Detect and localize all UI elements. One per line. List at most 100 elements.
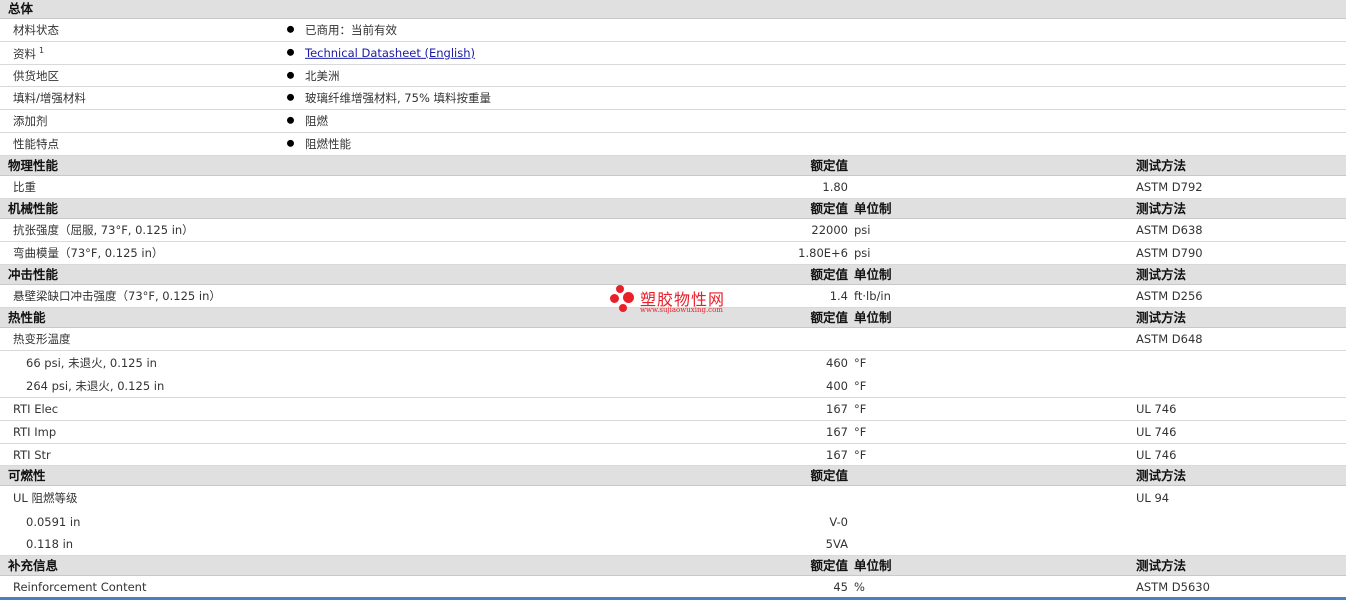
logo-dot-icon — [616, 285, 624, 293]
technical-datasheet-link[interactable]: Technical Datasheet (English) — [305, 46, 475, 60]
column-header-test: 测试方法 — [1136, 467, 1187, 483]
watermark-url: www.sujiaowuxing.com — [640, 306, 723, 314]
bullet-icon — [287, 139, 294, 147]
logo-dot-icon — [610, 294, 619, 303]
property-row: 0.118 in 5VA — [0, 533, 1346, 556]
property-test-method: UL 746 — [1136, 424, 1177, 439]
column-header-nominal: 额定值 — [810, 157, 848, 173]
general-row: 填料/增强材料 玻璃纤维增强材料, 75% 填料按重量 — [0, 87, 1346, 110]
property-value: 1.80 — [822, 179, 848, 194]
property-label: RTI Str — [13, 447, 51, 462]
property-unit: °F — [854, 447, 867, 462]
property-label: 热变形温度 — [13, 331, 71, 346]
property-value: 玻璃纤维增强材料, 75% 填料按重量 — [305, 90, 492, 105]
column-header-unit: 单位制 — [854, 557, 892, 573]
column-header-unit: 单位制 — [854, 266, 892, 282]
property-row: 弯曲模量（73°F, 0.125 in） 1.80E+6 psi ASTM D7… — [0, 242, 1346, 265]
column-header-nominal: 额定值 — [810, 266, 848, 282]
property-value: 167 — [826, 424, 848, 439]
property-label: 性能特点 — [13, 136, 59, 151]
bullet-icon — [287, 116, 294, 124]
general-row: 添加剂 阻燃 — [0, 110, 1346, 133]
column-header-nominal: 额定值 — [810, 309, 848, 325]
bullet-icon — [287, 93, 294, 101]
property-value: 45 — [833, 579, 848, 594]
section-title: 总体 — [8, 0, 34, 16]
property-row: RTI Elec 167 °F UL 746 — [0, 398, 1346, 421]
property-label: 0.118 in — [26, 536, 74, 551]
property-label: 添加剂 — [13, 113, 48, 128]
bullet-icon — [287, 71, 294, 79]
property-value: 1.80E+6 — [798, 245, 848, 260]
column-header-test: 测试方法 — [1136, 309, 1187, 325]
property-value: 阻燃性能 — [305, 136, 351, 151]
general-row: 材料状态 已商用：当前有效 — [0, 19, 1346, 42]
column-header-test: 测试方法 — [1136, 157, 1187, 173]
property-row: Reinforcement Content 45 % ASTM D5630 — [0, 576, 1346, 597]
property-label: Reinforcement Content — [13, 579, 147, 594]
property-unit: °F — [854, 401, 867, 416]
property-test-method: ASTM D790 — [1136, 245, 1203, 260]
property-value: 5VA — [825, 536, 848, 551]
property-row: 66 psi, 未退火, 0.125 in 460 °F — [0, 351, 1346, 374]
property-test-method: ASTM D792 — [1136, 179, 1203, 194]
general-row: 性能特点 阻燃性能 — [0, 133, 1346, 156]
property-label: 264 psi, 未退火, 0.125 in — [26, 378, 165, 393]
property-unit: °F — [854, 355, 867, 370]
property-unit: % — [854, 579, 865, 594]
property-label: 供货地区 — [13, 68, 59, 83]
property-unit: °F — [854, 424, 867, 439]
property-label: RTI Imp — [13, 424, 57, 439]
section-title: 热性能 — [8, 309, 46, 325]
footnote-marker: 1 — [39, 46, 45, 56]
logo-dot-icon — [619, 304, 627, 312]
column-header-nominal: 额定值 — [810, 467, 848, 483]
property-label: 资料 — [13, 46, 36, 61]
property-label: 抗张强度（屈服, 73°F, 0.125 in） — [13, 222, 194, 237]
property-row: RTI Imp 167 °F UL 746 — [0, 421, 1346, 444]
property-row: 抗张强度（屈服, 73°F, 0.125 in） 22000 psi ASTM … — [0, 219, 1346, 242]
property-test-method: ASTM D256 — [1136, 288, 1203, 303]
property-test-method: UL 746 — [1136, 401, 1177, 416]
property-value: 167 — [826, 401, 848, 416]
section-header-flammability: 可燃性 额定值 测试方法 — [0, 466, 1346, 486]
column-header-unit: 单位制 — [854, 309, 892, 325]
property-test-method: ASTM D648 — [1136, 331, 1203, 346]
property-unit: ft·lb/in — [854, 288, 891, 303]
property-row: 264 psi, 未退火, 0.125 in 400 °F — [0, 374, 1346, 398]
property-value: 400 — [826, 378, 848, 393]
column-header-test: 测试方法 — [1136, 557, 1187, 573]
section-title: 冲击性能 — [8, 266, 59, 282]
property-label: 0.0591 in — [26, 514, 81, 529]
property-label: 比重 — [13, 179, 36, 194]
column-header-nominal: 额定值 — [810, 200, 848, 216]
property-row: RTI Str 167 °F UL 746 — [0, 444, 1346, 466]
property-label: 悬壁梁缺口冲击强度（73°F, 0.125 in） — [13, 288, 221, 303]
column-header-unit: 单位制 — [854, 200, 892, 216]
property-value: 167 — [826, 447, 848, 462]
property-test-method: UL 746 — [1136, 447, 1177, 462]
bullet-icon — [287, 48, 294, 56]
logo-dot-icon — [623, 292, 634, 303]
property-unit: psi — [854, 245, 871, 260]
watermark-logo: 塑胶物性网 www.sujiaowuxing.com — [610, 283, 740, 319]
section-header-supplemental: 补充信息 额定值 单位制 测试方法 — [0, 556, 1346, 576]
section-title: 补充信息 — [8, 557, 59, 573]
section-title: 机械性能 — [8, 200, 59, 216]
property-value: 北美洲 — [305, 68, 340, 83]
property-unit: °F — [854, 378, 867, 393]
section-title: 物理性能 — [8, 157, 59, 173]
property-row: 热变形温度 ASTM D648 — [0, 328, 1346, 351]
property-label: RTI Elec — [13, 401, 59, 416]
property-test-method: UL 94 — [1136, 490, 1170, 505]
property-label: 材料状态 — [13, 22, 59, 37]
property-test-method: ASTM D638 — [1136, 222, 1203, 237]
column-header-test: 测试方法 — [1136, 200, 1187, 216]
section-header-mechanical: 机械性能 额定值 单位制 测试方法 — [0, 199, 1346, 219]
property-value: 阻燃 — [305, 113, 328, 128]
property-value: 1.4 — [829, 288, 848, 303]
property-test-method: ASTM D5630 — [1136, 579, 1210, 594]
property-value: 22000 — [811, 222, 848, 237]
property-unit: psi — [854, 222, 871, 237]
column-header-test: 测试方法 — [1136, 266, 1187, 282]
